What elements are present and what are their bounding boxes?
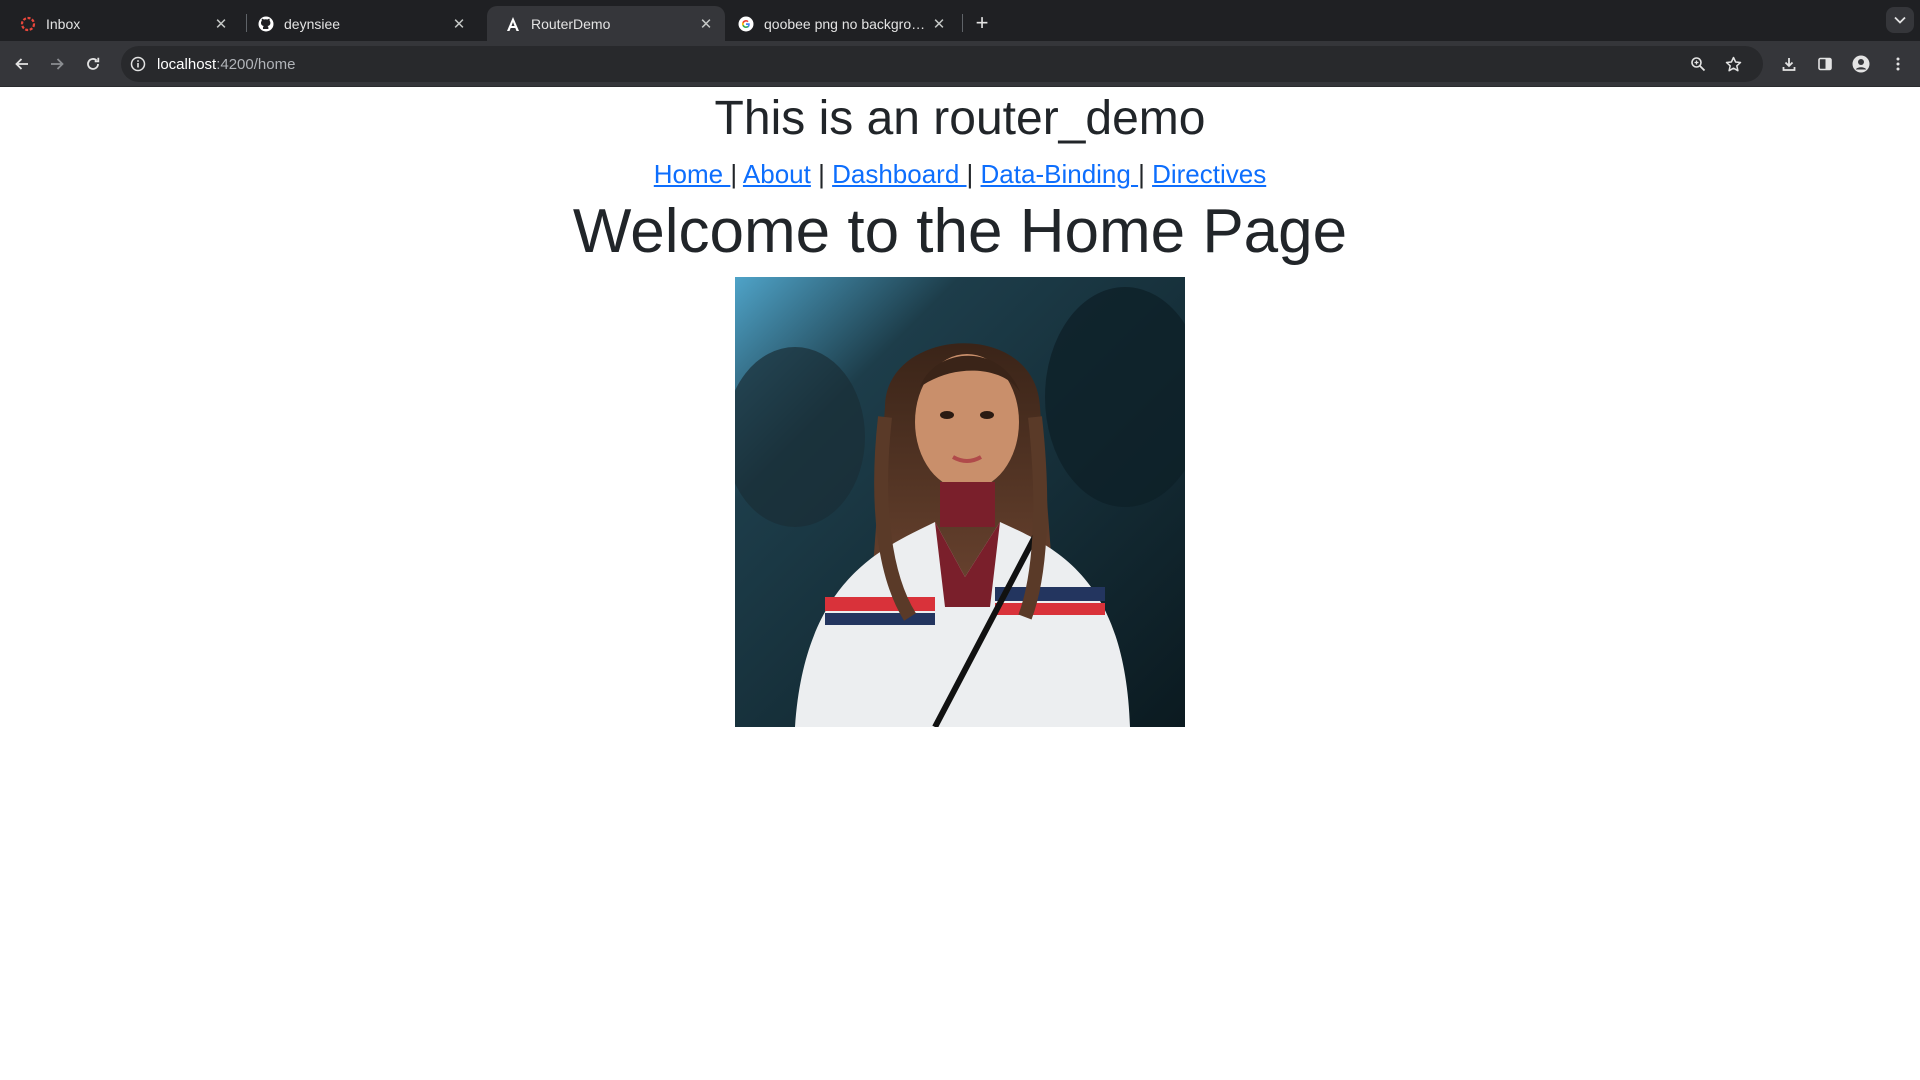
browser-toolbar: localhost:4200/home	[0, 41, 1920, 87]
tab-search-button[interactable]	[1886, 7, 1914, 33]
tab-title: Inbox	[46, 15, 81, 32]
nav-link-data-binding[interactable]: Data-Binding	[981, 159, 1139, 189]
forward-button[interactable]	[43, 50, 71, 78]
profile-photo	[735, 277, 1185, 727]
angular-icon	[505, 16, 521, 32]
nav-link-about[interactable]: About	[743, 159, 811, 189]
google-icon	[738, 16, 754, 32]
close-icon[interactable]: ✕	[450, 15, 468, 33]
star-icon	[1725, 56, 1741, 71]
nav-link-directives[interactable]: Directives	[1152, 159, 1266, 189]
tab-title: qoobee png no background -	[764, 15, 930, 32]
url-host: localhost	[157, 55, 217, 73]
nav-links: Home | About | Dashboard | Data-Binding …	[0, 156, 1920, 192]
nav-separator: |	[730, 159, 738, 189]
arrow-left-icon	[15, 58, 28, 70]
url-path: :4200/home	[216, 55, 296, 73]
tab-title: deynsiee	[284, 15, 341, 32]
chevron-down-icon	[1894, 16, 1906, 24]
address-bar[interactable]: localhost:4200/home	[121, 46, 1763, 82]
more-vert-icon	[1896, 57, 1900, 71]
arrow-right-icon	[51, 58, 64, 70]
url-text: localhost:4200/home	[157, 56, 295, 73]
new-tab-button[interactable]: +	[968, 9, 996, 37]
close-icon[interactable]: ✕	[930, 15, 948, 33]
nav-separator: |	[1138, 159, 1145, 189]
tab-divider	[962, 14, 963, 32]
site-info-icon[interactable]	[129, 55, 147, 73]
avatar-icon	[1852, 55, 1870, 73]
back-button[interactable]	[8, 50, 36, 78]
page-heading: Welcome to the Home Page	[572, 197, 1348, 266]
close-icon[interactable]: ✕	[212, 15, 230, 33]
tab-inbox[interactable]: Inbox ✕	[2, 6, 240, 41]
tab-strip: Inbox ✕ deynsiee ✕ RouterDemo ✕ qoobee p…	[0, 0, 1920, 41]
tab-routerdemo[interactable]: RouterDemo ✕	[487, 6, 725, 41]
profile-button[interactable]	[1847, 50, 1875, 78]
side-panel-button[interactable]	[1811, 50, 1839, 78]
zoom-icon	[1691, 57, 1706, 72]
nav-separator: |	[966, 159, 974, 189]
github-icon	[258, 16, 274, 32]
nav-link-home[interactable]: Home	[654, 159, 731, 189]
menu-button[interactable]	[1884, 50, 1912, 78]
page-content: This is an router_demo Home | About | Da…	[0, 87, 1920, 1080]
tab-google-search[interactable]: qoobee png no background - ✕	[720, 6, 958, 41]
bookmark-button[interactable]	[1719, 50, 1747, 78]
inbox-favicon-icon	[20, 16, 36, 32]
reload-button[interactable]	[79, 50, 107, 78]
reload-icon	[87, 57, 100, 70]
download-icon	[1782, 58, 1796, 71]
side-panel-icon	[1818, 57, 1832, 71]
zoom-button[interactable]	[1684, 50, 1712, 78]
nav-separator: |	[818, 159, 825, 189]
tab-title: RouterDemo	[531, 15, 611, 32]
tab-github[interactable]: deynsiee ✕	[240, 6, 478, 41]
downloads-button[interactable]	[1775, 50, 1803, 78]
nav-link-dashboard[interactable]: Dashboard	[832, 159, 966, 189]
close-icon[interactable]: ✕	[697, 15, 715, 33]
app-title: This is an router_demo	[714, 92, 1206, 145]
